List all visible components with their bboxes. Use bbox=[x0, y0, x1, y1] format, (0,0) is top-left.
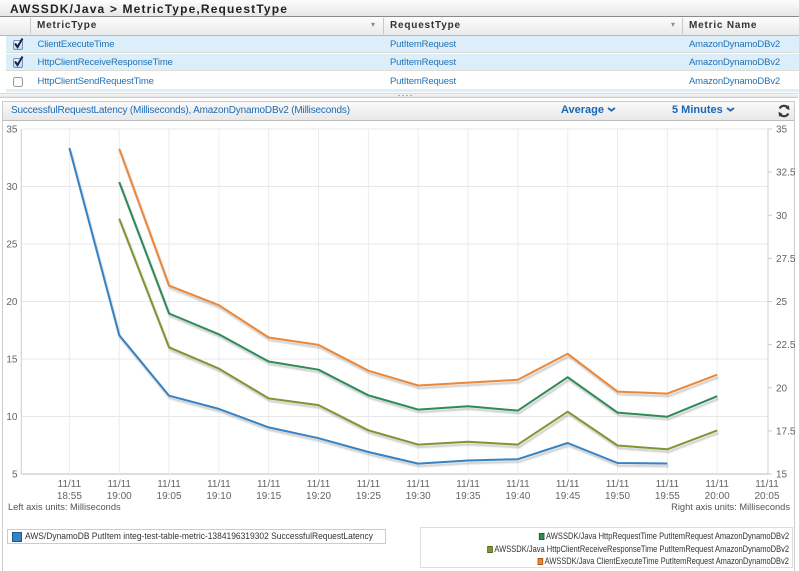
svg-text:19:45: 19:45 bbox=[555, 491, 580, 502]
svg-text:19:05: 19:05 bbox=[157, 491, 182, 502]
svg-text:20: 20 bbox=[776, 383, 788, 394]
svg-text:11/11: 11/11 bbox=[755, 479, 779, 490]
svg-text:25: 25 bbox=[776, 297, 788, 308]
svg-text:25: 25 bbox=[6, 240, 18, 251]
svg-text:27.5: 27.5 bbox=[776, 254, 796, 265]
svg-text:22.5: 22.5 bbox=[776, 340, 796, 351]
svg-text:19:35: 19:35 bbox=[456, 491, 481, 502]
svg-text:15: 15 bbox=[6, 355, 18, 366]
svg-text:30: 30 bbox=[6, 182, 18, 193]
svg-text:19:30: 19:30 bbox=[406, 491, 431, 502]
svg-text:11/11: 11/11 bbox=[406, 479, 430, 490]
svg-text:35: 35 bbox=[776, 125, 788, 136]
svg-text:20:00: 20:00 bbox=[705, 491, 730, 502]
svg-text:11/11: 11/11 bbox=[157, 479, 181, 490]
svg-text:11/11: 11/11 bbox=[456, 479, 480, 490]
svg-text:11/11: 11/11 bbox=[207, 479, 231, 490]
svg-text:19:10: 19:10 bbox=[206, 491, 231, 502]
svg-text:20:05: 20:05 bbox=[755, 491, 780, 502]
svg-text:19:50: 19:50 bbox=[605, 491, 630, 502]
svg-text:11/11: 11/11 bbox=[556, 479, 580, 490]
svg-text:11/11: 11/11 bbox=[257, 479, 281, 490]
svg-text:19:40: 19:40 bbox=[505, 491, 530, 502]
svg-text:19:15: 19:15 bbox=[256, 491, 281, 502]
svg-text:32.5: 32.5 bbox=[776, 168, 796, 179]
svg-text:18:55: 18:55 bbox=[57, 491, 82, 502]
svg-text:20: 20 bbox=[6, 297, 18, 308]
svg-text:35: 35 bbox=[6, 125, 18, 136]
svg-text:11/11: 11/11 bbox=[107, 479, 131, 490]
svg-text:11/11: 11/11 bbox=[656, 479, 680, 490]
svg-text:Left axis units: Milliseconds: Left axis units: Milliseconds bbox=[8, 502, 121, 512]
svg-text:11/11: 11/11 bbox=[307, 479, 331, 490]
svg-text:19:00: 19:00 bbox=[107, 491, 132, 502]
svg-text:11/11: 11/11 bbox=[357, 479, 381, 490]
svg-text:11/11: 11/11 bbox=[606, 479, 630, 490]
svg-text:11/11: 11/11 bbox=[506, 479, 530, 490]
svg-text:19:55: 19:55 bbox=[655, 491, 680, 502]
svg-text:11/11: 11/11 bbox=[705, 479, 729, 490]
svg-text:19:20: 19:20 bbox=[306, 491, 331, 502]
svg-text:Right axis units: Milliseconds: Right axis units: Milliseconds bbox=[671, 502, 790, 512]
svg-text:5: 5 bbox=[12, 470, 18, 481]
svg-text:10: 10 bbox=[6, 412, 18, 423]
svg-text:30: 30 bbox=[776, 211, 788, 222]
svg-text:19:25: 19:25 bbox=[356, 491, 381, 502]
svg-text:11/11: 11/11 bbox=[58, 479, 82, 490]
svg-text:17.5: 17.5 bbox=[776, 426, 796, 437]
